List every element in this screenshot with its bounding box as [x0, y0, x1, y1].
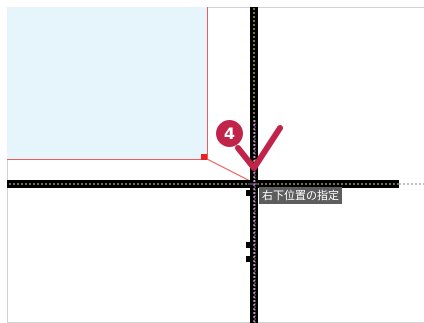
- position-tooltip: 右下位置の指定: [259, 187, 342, 204]
- wall-tick-1: [246, 190, 250, 196]
- checkmark-icon: [235, 125, 283, 171]
- wall-tick-2: [246, 242, 250, 248]
- wall-tick-3: [246, 256, 250, 262]
- snap-guides: [9, 8, 424, 323]
